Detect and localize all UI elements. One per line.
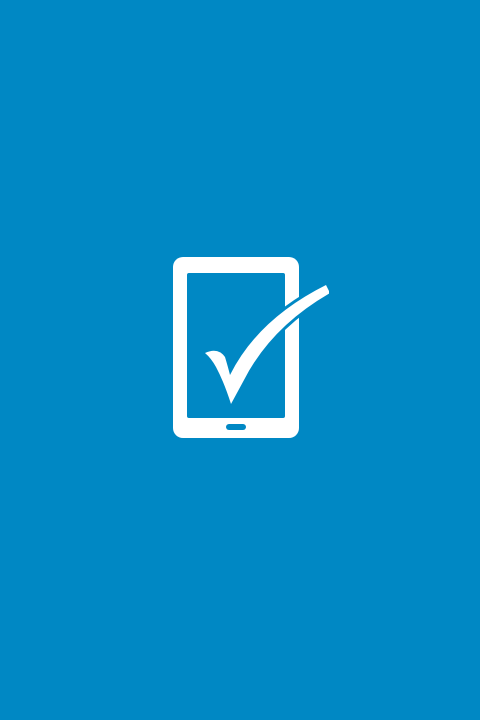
tablet-checkmark-icon xyxy=(173,257,329,438)
tablet-home-button xyxy=(226,424,246,430)
app-logo xyxy=(173,257,329,439)
splash-screen xyxy=(0,0,480,720)
